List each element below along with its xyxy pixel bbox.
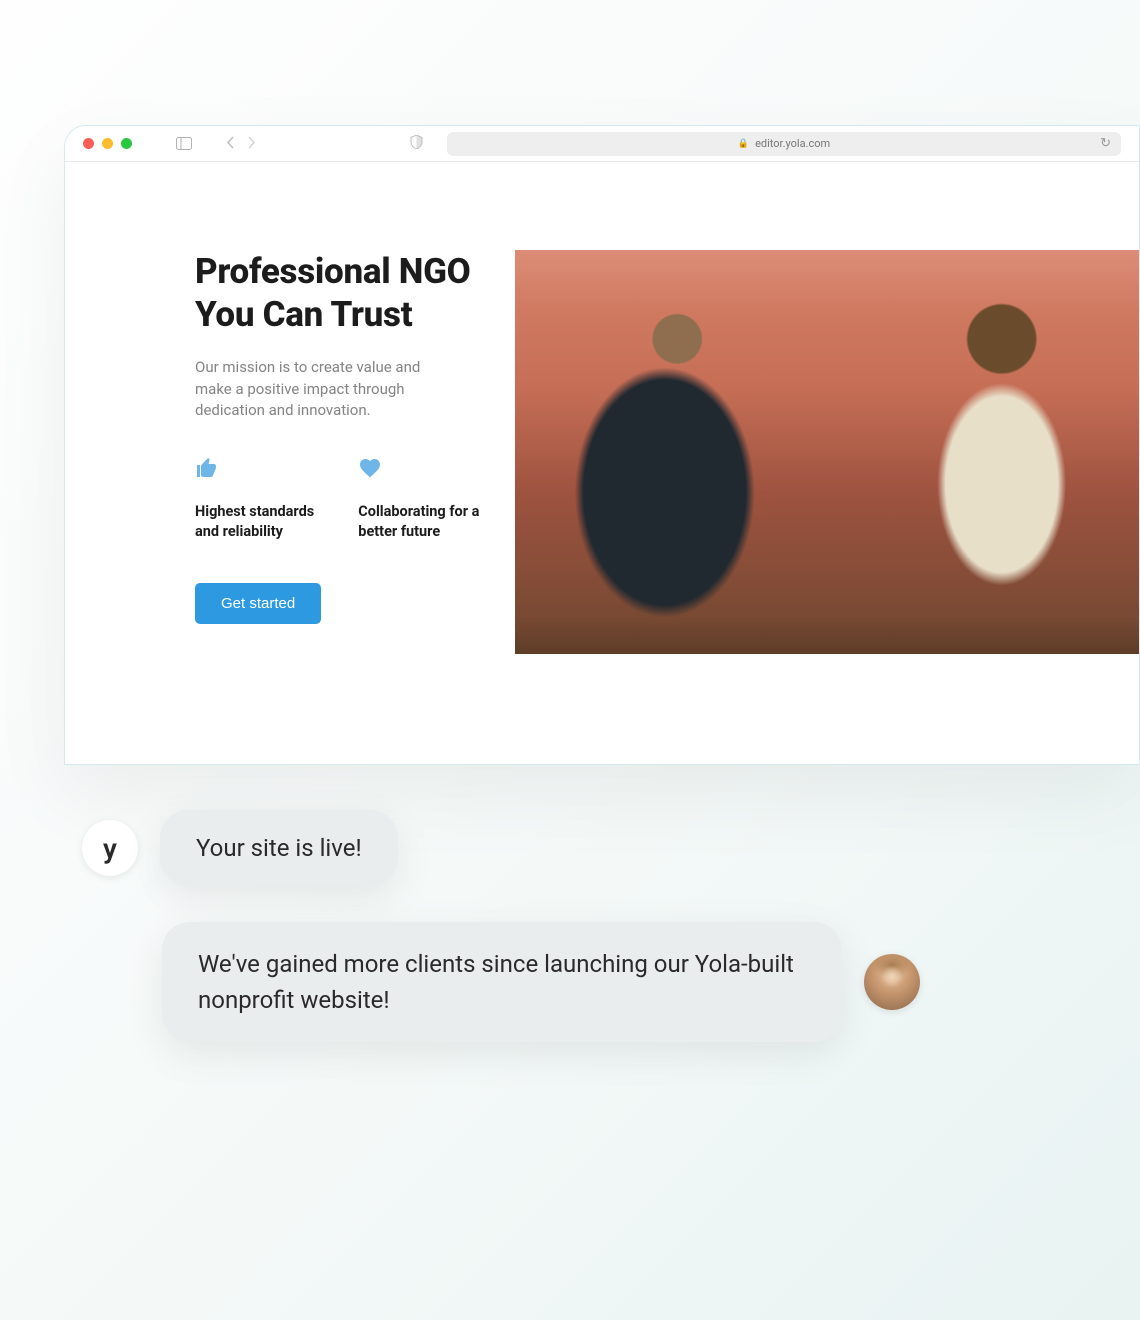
forward-icon[interactable] <box>247 134 256 153</box>
hero-subtitle: Our mission is to create value and make … <box>195 357 455 422</box>
chat-message-text: Your site is live! <box>196 834 362 862</box>
browser-window: 🔒 editor.yola.com ↻ Professional NGO You… <box>64 125 1140 765</box>
close-window-icon[interactable] <box>83 138 94 149</box>
back-icon[interactable] <box>226 134 235 153</box>
chat-row-yola: y Your site is live! <box>82 810 1020 886</box>
feature-label: Collaborating for a better future <box>358 502 485 541</box>
features-row: Highest standards and reliability Collab… <box>195 456 485 541</box>
hero-image <box>515 250 1139 654</box>
chat-bubble-user: We've gained more clients since launchin… <box>162 922 842 1042</box>
hero-image-column <box>515 162 1139 764</box>
chat-bubble-system: Your site is live! <box>160 810 398 886</box>
feature-collaboration: Collaborating for a better future <box>358 456 485 541</box>
privacy-shield-icon[interactable] <box>410 134 423 153</box>
chat-area: y Your site is live! We've gained more c… <box>82 810 1020 1078</box>
heart-icon <box>358 456 485 486</box>
nav-arrows <box>226 134 256 153</box>
maximize-window-icon[interactable] <box>121 138 132 149</box>
user-avatar <box>864 954 920 1010</box>
get-started-button[interactable]: Get started <box>195 583 321 624</box>
minimize-window-icon[interactable] <box>102 138 113 149</box>
browser-content: Professional NGO You Can Trust Our missi… <box>65 162 1139 764</box>
url-text: editor.yola.com <box>755 137 830 150</box>
hero-text-column: Professional NGO You Can Trust Our missi… <box>65 162 515 764</box>
chat-row-user: We've gained more clients since launchin… <box>162 922 1020 1042</box>
hero-title: Professional NGO You Can Trust <box>195 250 485 337</box>
yola-logo-letter: y <box>103 832 117 865</box>
window-controls <box>83 138 132 149</box>
sidebar-toggle-icon[interactable] <box>176 137 192 150</box>
feature-standards: Highest standards and reliability <box>195 456 324 541</box>
yola-avatar: y <box>82 820 138 876</box>
address-bar[interactable]: 🔒 editor.yola.com ↻ <box>447 132 1121 156</box>
chat-message-text: We've gained more clients since launchin… <box>198 950 794 1014</box>
feature-label: Highest standards and reliability <box>195 502 324 541</box>
lock-icon: 🔒 <box>738 139 749 149</box>
refresh-icon[interactable]: ↻ <box>1100 136 1111 151</box>
thumbs-up-icon <box>195 456 324 486</box>
browser-toolbar: 🔒 editor.yola.com ↻ <box>65 126 1139 162</box>
